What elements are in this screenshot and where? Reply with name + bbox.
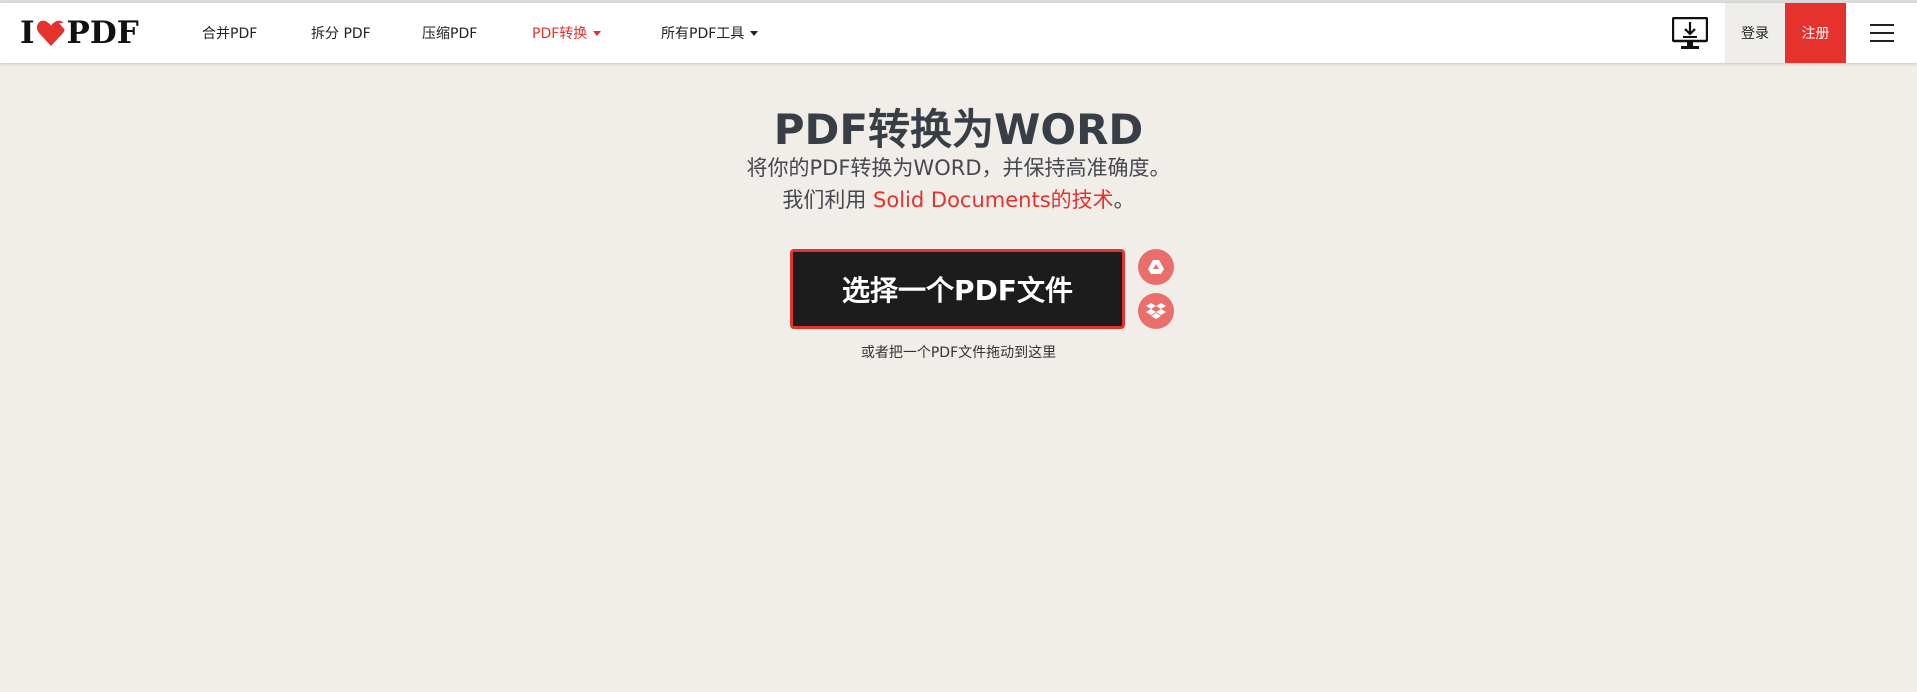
- top-navbar: I PDF 合并PDF 拆分 PDF 压缩PDF PDF转换 所有PDF工具 登…: [0, 3, 1917, 63]
- logo-letter-i: I: [20, 15, 35, 51]
- hamburger-menu-icon: [1870, 24, 1894, 26]
- desktop-download-button[interactable]: [1671, 16, 1709, 51]
- hamburger-menu-button[interactable]: [1870, 24, 1894, 44]
- nav-merge-pdf-label: 合并PDF: [202, 26, 258, 42]
- chevron-down-icon: [750, 30, 759, 36]
- nav-all-pdf-tools[interactable]: 所有PDF工具: [661, 3, 759, 63]
- google-drive-button[interactable]: [1138, 249, 1174, 285]
- logo-text-pdf: PDF: [66, 15, 139, 51]
- desktop-download-icon: [1671, 16, 1709, 49]
- chevron-down-icon: [593, 30, 602, 36]
- nav-all-pdf-tools-label: 所有PDF工具: [661, 26, 745, 42]
- heart-icon: [36, 20, 65, 46]
- page-title: PDF转换为WORD: [773, 105, 1144, 154]
- nav-split-pdf-label: 拆分 PDF: [311, 26, 371, 42]
- dropbox-button[interactable]: [1138, 293, 1174, 329]
- login-label: 登录: [1741, 26, 1769, 42]
- drop-hint-text: 或者把一个PDF文件拖动到这里: [860, 345, 1057, 361]
- subtitle-line-2: 我们利用 Solid Documents的技术。: [782, 188, 1135, 212]
- nav-compress-pdf[interactable]: 压缩PDF: [422, 3, 477, 63]
- subtitle-line-1: 将你的PDF转换为WORD，并保持高准确度。: [746, 156, 1171, 180]
- login-button[interactable]: 登录: [1725, 3, 1785, 63]
- nav-split-pdf[interactable]: 拆分 PDF: [311, 3, 371, 63]
- dropbox-icon: [1146, 303, 1166, 319]
- google-drive-icon: [1148, 260, 1164, 274]
- nav-convert-pdf-label: PDF转换: [532, 26, 588, 42]
- ilovepdf-logo[interactable]: I PDF: [20, 15, 139, 51]
- select-pdf-file-label: 选择一个PDF文件: [842, 274, 1073, 307]
- signup-button[interactable]: 注册: [1785, 3, 1846, 63]
- signup-label: 注册: [1801, 26, 1830, 42]
- nav-compress-pdf-label: 压缩PDF: [422, 26, 478, 42]
- page-subtitle: 将你的PDF转换为WORD，并保持高准确度。 我们利用 Solid Docume…: [0, 152, 1917, 216]
- nav-merge-pdf[interactable]: 合并PDF: [202, 3, 257, 63]
- solid-documents-link[interactable]: Solid Documents的技术: [873, 188, 1114, 212]
- select-pdf-file-button[interactable]: 选择一个PDF文件: [790, 249, 1125, 329]
- nav-convert-pdf[interactable]: PDF转换: [532, 3, 602, 63]
